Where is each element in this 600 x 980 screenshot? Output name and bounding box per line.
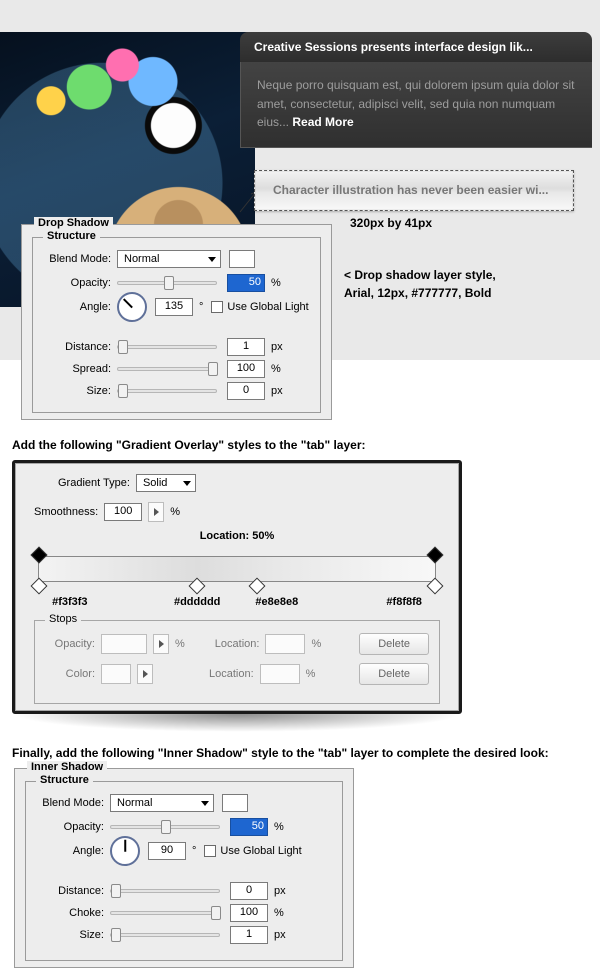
- opacity-label: Opacity:: [32, 821, 110, 833]
- drop-shadow-panel: Drop Shadow Structure Blend Mode: Normal…: [21, 224, 332, 420]
- stop-color-picker[interactable]: [137, 664, 153, 684]
- opacity-input[interactable]: 50: [230, 818, 268, 836]
- gradient-type-label: Gradient Type:: [58, 477, 130, 489]
- opacity-slider[interactable]: [161, 820, 171, 834]
- stop-color-label: Color:: [45, 668, 95, 680]
- stop-location-label2: Location:: [209, 668, 254, 680]
- use-global-light-label: Use Global Light: [227, 301, 308, 313]
- stops-group: Stops Opacity: % Location: % Delete Colo…: [34, 620, 440, 704]
- use-global-light-checkbox[interactable]: [204, 845, 216, 857]
- side-notes: < Drop shadow layer style, Arial, 12px, …: [344, 266, 544, 302]
- smoothness-input[interactable]: 100: [104, 503, 142, 521]
- opacity-input[interactable]: 50: [227, 274, 265, 292]
- delete-color-stop-button[interactable]: Delete: [359, 663, 429, 685]
- panel-shadow: [12, 714, 462, 732]
- inner-shadow-caption: Finally, add the following "Inner Shadow…: [12, 746, 588, 760]
- gradient-type-select[interactable]: Solid: [136, 474, 196, 492]
- use-global-light-checkbox[interactable]: [211, 301, 223, 313]
- sub-tab-text: Character illustration has never been ea…: [273, 183, 548, 197]
- color-stop[interactable]: [189, 578, 206, 595]
- distance-label: Distance:: [39, 341, 117, 353]
- angle-dial[interactable]: [117, 292, 147, 322]
- smoothness-label: Smoothness:: [34, 506, 98, 518]
- location-readout: Location: 50%: [28, 530, 446, 542]
- sub-tab[interactable]: Character illustration has never been ea…: [254, 170, 574, 211]
- distance-label: Distance:: [32, 885, 110, 897]
- blend-mode-label: Blend Mode:: [32, 797, 110, 809]
- shadow-color-swatch[interactable]: [222, 794, 248, 812]
- blend-mode-label: Blend Mode:: [39, 253, 117, 265]
- gradient-caption: Add the following "Gradient Overlay" sty…: [12, 438, 588, 452]
- stop-location-label: Location:: [215, 638, 260, 650]
- distance-input[interactable]: 0: [230, 882, 268, 900]
- shadow-color-swatch[interactable]: [229, 250, 255, 268]
- angle-dial[interactable]: [110, 836, 140, 866]
- blend-mode-select[interactable]: Normal: [117, 250, 221, 268]
- size-slider[interactable]: [118, 384, 128, 398]
- angle-label: Angle:: [39, 301, 117, 313]
- color-stop[interactable]: [427, 578, 444, 595]
- stop-opacity-label: Opacity:: [45, 638, 95, 650]
- stop-color-swatch[interactable]: [101, 664, 131, 684]
- panel-subtitle: Structure: [43, 230, 100, 242]
- spread-label: Spread:: [39, 363, 117, 375]
- delete-opacity-stop-button[interactable]: Delete: [359, 633, 429, 655]
- blend-mode-select[interactable]: Normal: [110, 794, 214, 812]
- stop-opacity-input[interactable]: [101, 634, 147, 654]
- choke-slider[interactable]: [211, 906, 221, 920]
- stop-opacity-stepper[interactable]: [153, 634, 169, 654]
- gradient-preview[interactable]: [38, 556, 436, 582]
- panel-title: Drop Shadow: [34, 217, 113, 229]
- angle-input[interactable]: 135: [155, 298, 193, 316]
- opacity-stop[interactable]: [427, 547, 444, 564]
- size-label: Size:: [39, 385, 117, 397]
- side-note-line2: Arial, 12px, #777777, Bold: [344, 284, 544, 302]
- panel-title: Inner Shadow: [27, 761, 107, 773]
- spread-input[interactable]: 100: [227, 360, 265, 378]
- smoothness-stepper[interactable]: [148, 502, 164, 522]
- sub-tab-size-note: 320px by 41px: [350, 216, 432, 230]
- distance-slider[interactable]: [111, 884, 121, 898]
- opacity-stop[interactable]: [31, 547, 48, 564]
- headline-panel: Creative Sessions presents interface des…: [240, 32, 592, 148]
- size-slider[interactable]: [111, 928, 121, 942]
- spread-slider[interactable]: [208, 362, 218, 376]
- choke-label: Choke:: [32, 907, 110, 919]
- size-input[interactable]: 1: [230, 926, 268, 944]
- stop-location-input2[interactable]: [260, 664, 300, 684]
- headline-body: Neque porro quisquam est, qui dolorem ip…: [240, 62, 592, 148]
- distance-slider[interactable]: [118, 340, 128, 354]
- stop-location-input[interactable]: [265, 634, 305, 654]
- size-label: Size:: [32, 929, 110, 941]
- side-note-line1: < Drop shadow layer style,: [344, 266, 544, 284]
- size-input[interactable]: 0: [227, 382, 265, 400]
- inner-shadow-panel: Inner Shadow Structure Blend Mode: Norma…: [14, 768, 354, 968]
- panel-subtitle: Structure: [36, 774, 93, 786]
- choke-input[interactable]: 100: [230, 904, 268, 922]
- color-stop[interactable]: [31, 578, 48, 595]
- gradient-color-values: #f3f3f3 #dddddd #e8e8e8 #f8f8f8: [38, 596, 436, 610]
- opacity-label: Opacity:: [39, 277, 117, 289]
- headline-tab[interactable]: Creative Sessions presents interface des…: [240, 32, 592, 62]
- color-stop[interactable]: [248, 578, 265, 595]
- angle-label: Angle:: [32, 845, 110, 857]
- angle-input[interactable]: 90: [148, 842, 186, 860]
- opacity-slider[interactable]: [164, 276, 174, 290]
- use-global-light-label: Use Global Light: [220, 845, 301, 857]
- gradient-editor-panel: Gradient Type: Solid Smoothness: 100 % L…: [12, 460, 462, 714]
- stage: Creative Sessions presents interface des…: [0, 0, 600, 360]
- distance-input[interactable]: 1: [227, 338, 265, 356]
- headline-title: Creative Sessions presents interface des…: [254, 40, 533, 54]
- read-more-link[interactable]: Read More: [292, 115, 353, 129]
